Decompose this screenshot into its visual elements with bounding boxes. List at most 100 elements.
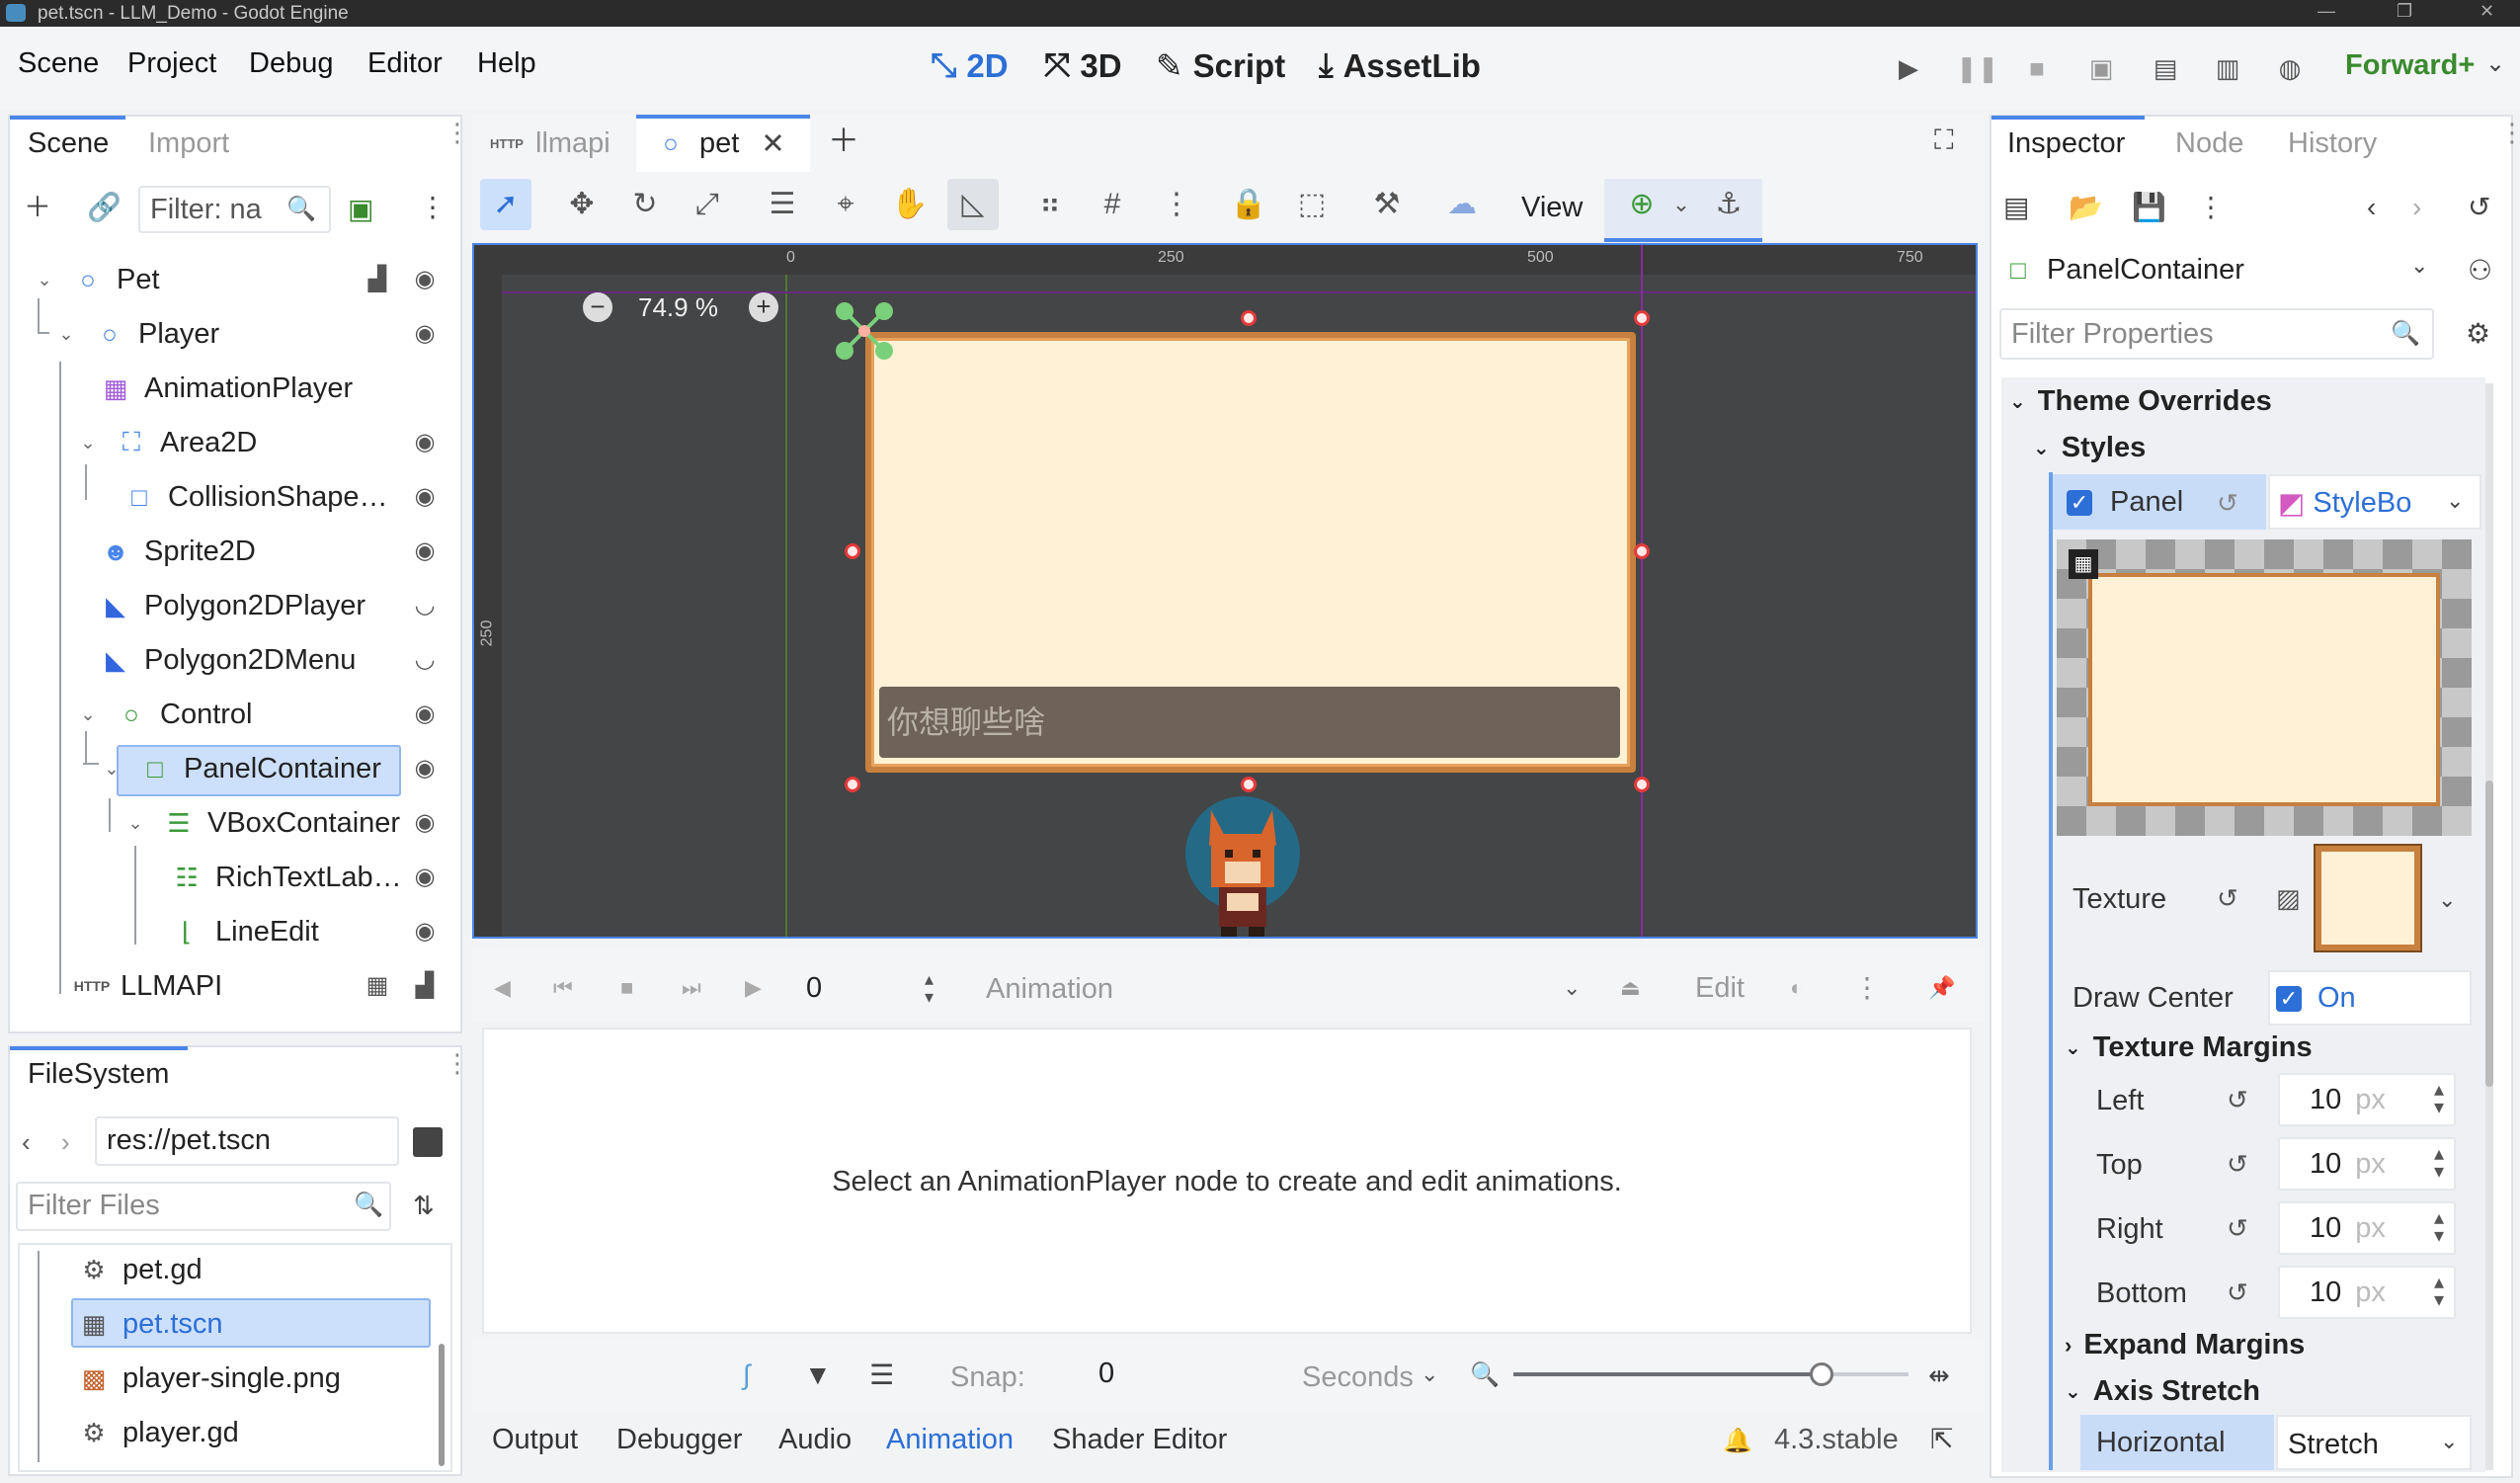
- chevron-down-icon[interactable]: ⌄: [1656, 179, 1707, 230]
- onion-skin-icon[interactable]: ◐: [1790, 970, 1803, 1006]
- ruler-top[interactable]: [474, 245, 1976, 275]
- play-animation-icon[interactable]: ▶: [745, 970, 762, 1006]
- menu-scene[interactable]: Scene: [18, 47, 99, 80]
- collapse-arrow-icon[interactable]: ⌄: [73, 428, 103, 457]
- snap-options-icon[interactable]: ⋮: [1151, 179, 1202, 230]
- bell-icon[interactable]: 🔔: [1723, 1427, 1752, 1455]
- filter-icon[interactable]: ▼: [804, 1358, 832, 1393]
- tree-node-pet[interactable]: ⌄ ○ Pet: [30, 253, 159, 306]
- tree-node-richtextlabel[interactable]: ☷ RichTextLab…: [172, 851, 401, 904]
- animation-options-icon[interactable]: ⋮: [1853, 970, 1881, 1006]
- revert-icon[interactable]: ↺: [2227, 1277, 2248, 1308]
- smart-snap-icon[interactable]: ⠶: [1024, 179, 1076, 230]
- panel-override-checkbox[interactable]: ✓ Panel: [2067, 486, 2183, 519]
- fox-sprite[interactable]: [1181, 790, 1304, 937]
- resource-options-icon[interactable]: ⋮: [2197, 190, 2225, 225]
- chevron-down-icon[interactable]: ⌄: [2485, 49, 2505, 78]
- filesystem-menu-icon[interactable]: ⋮: [445, 1050, 470, 1076]
- back-arrow-icon[interactable]: ‹: [2367, 190, 2376, 225]
- snap-unit-selector[interactable]: Seconds: [1302, 1361, 1414, 1394]
- line-edit-preview[interactable]: 你想聊些啥: [879, 687, 1620, 758]
- expand-margins-section[interactable]: › Expand Margins: [2065, 1329, 2305, 1361]
- lock-icon[interactable]: 🔒: [1223, 179, 1274, 230]
- path-field[interactable]: res://pet.tscn: [95, 1116, 399, 1166]
- tree-node-animationplayer[interactable]: ▦ AnimationPlayer: [101, 362, 353, 415]
- collapse-arrow-icon[interactable]: ⌄: [51, 319, 81, 349]
- draw-center-checkbox[interactable]: ✓ On: [2276, 982, 2356, 1015]
- save-icon[interactable]: 💾: [2132, 190, 2166, 225]
- workspace-3d-button[interactable]: ⤧ 3D: [1044, 46, 1122, 85]
- bezier-icon[interactable]: ∫: [743, 1358, 751, 1393]
- file-list-scrollbar[interactable]: [439, 1344, 445, 1466]
- resize-handle[interactable]: [845, 543, 860, 559]
- scale-mode-icon[interactable]: ⤢: [682, 179, 733, 230]
- visibility-eye-icon[interactable]: ◉: [409, 319, 441, 348]
- spinner-icon[interactable]: ▴ ▾: [925, 970, 934, 1006]
- visibility-eye-icon[interactable]: ◉: [409, 700, 441, 728]
- distraction-free-icon[interactable]: ⛶: [1934, 123, 1954, 158]
- clapper-icon[interactable]: ▦: [362, 971, 393, 1000]
- theme-overrides-section[interactable]: ⌄ Theme Overrides: [2009, 385, 2272, 418]
- spinner-icon[interactable]: ▴ ▾: [2434, 1273, 2444, 1310]
- styles-section[interactable]: ⌄ Styles: [2033, 432, 2146, 464]
- edit-animation-button[interactable]: Edit: [1695, 972, 1745, 1005]
- tab-filesystem[interactable]: FileSystem: [28, 1058, 169, 1091]
- timeline-zoom-slider[interactable]: [1810, 1362, 1833, 1386]
- pivot-gizmo-icon[interactable]: [835, 301, 894, 361]
- object-class-selector[interactable]: □ PanelContainer: [2003, 243, 2244, 296]
- forward-arrow-icon[interactable]: ›: [2412, 190, 2421, 225]
- script-icon[interactable]: ▟: [362, 265, 393, 293]
- scene-tab-pet[interactable]: ○ pet ✕: [656, 117, 785, 170]
- chevron-down-icon[interactable]: ⌄: [2440, 1429, 2458, 1454]
- margin-top-field[interactable]: 10 px ▴ ▾: [2278, 1137, 2456, 1191]
- property-options-icon[interactable]: ⚙: [2466, 316, 2490, 352]
- link-icon[interactable]: 🔗: [87, 190, 122, 225]
- texture-margins-section[interactable]: ⌄ Texture Margins: [2065, 1031, 2313, 1064]
- visibility-eye-icon[interactable]: ◉: [409, 536, 441, 565]
- collapse-arrow-icon[interactable]: ⌄: [73, 700, 103, 729]
- timeline-zoom-track[interactable]: [1513, 1362, 1909, 1386]
- file-item[interactable]: ▩ player-single.png: [79, 1352, 341, 1405]
- camera-override-icon[interactable]: ☁: [1436, 179, 1488, 230]
- pause-icon[interactable]: ❚❚: [1956, 51, 1999, 85]
- tree-node-area2d[interactable]: ⌄ ⛶ Area2D: [73, 416, 257, 469]
- visibility-eye-icon[interactable]: ◉: [409, 917, 441, 946]
- pan-mode-icon[interactable]: ✋: [884, 179, 935, 230]
- visibility-eye-icon[interactable]: ◉: [409, 808, 441, 837]
- tab-animation[interactable]: Animation: [886, 1424, 1014, 1456]
- attach-script-icon[interactable]: ▣: [348, 192, 373, 227]
- margin-right-field[interactable]: 10 px ▴ ▾: [2278, 1201, 2456, 1255]
- play-icon[interactable]: ▶: [1892, 51, 1925, 85]
- visibility-eye-icon[interactable]: ◉: [409, 428, 441, 456]
- menu-editor[interactable]: Editor: [367, 47, 443, 80]
- minimize-button[interactable]: —: [2317, 0, 2335, 22]
- tree-node-collisionshape[interactable]: □ CollisionShape…: [124, 470, 387, 524]
- revert-icon[interactable]: ↺: [2227, 1213, 2248, 1244]
- open-folder-icon[interactable]: 📂: [2069, 190, 2103, 225]
- object-info-icon[interactable]: ⚇: [2468, 253, 2492, 288]
- chevron-down-icon[interactable]: ⌄: [2446, 488, 2464, 514]
- rotate-mode-icon[interactable]: ↻: [619, 179, 671, 230]
- ruler-mode-icon[interactable]: ◺: [947, 179, 999, 230]
- spinner-icon[interactable]: ▴ ▾: [2434, 1144, 2444, 1182]
- visibility-eye-icon[interactable]: ◉: [409, 863, 441, 891]
- margin-left-field[interactable]: 10 px ▴ ▾: [2278, 1073, 2456, 1126]
- visibility-eye-icon[interactable]: ◉: [409, 754, 441, 783]
- play-scene-icon[interactable]: ▤: [2149, 51, 2182, 85]
- workspace-assetlib-button[interactable]: ⤓ AssetLib: [1319, 46, 1481, 85]
- tab-debugger[interactable]: Debugger: [616, 1424, 742, 1456]
- collapse-arrow-icon[interactable]: ⌄: [97, 754, 126, 783]
- filter-files-input[interactable]: Filter Files: [16, 1182, 391, 1231]
- play-from-start-icon[interactable]: ⏭: [682, 970, 701, 1006]
- skeleton-icon[interactable]: ⚒: [1361, 179, 1413, 230]
- margin-bottom-field[interactable]: 10 px ▴ ▾: [2278, 1266, 2456, 1319]
- view-menu[interactable]: View: [1521, 192, 1583, 224]
- spinner-icon[interactable]: ▴ ▾: [2434, 1080, 2444, 1117]
- chevron-down-icon[interactable]: ⌄: [1421, 1361, 1438, 1387]
- pin-icon[interactable]: 📌: [1928, 970, 1955, 1006]
- renderer-selector[interactable]: Forward+: [2345, 49, 2475, 82]
- grid-snap-icon[interactable]: #: [1087, 179, 1138, 230]
- visibility-eye-icon[interactable]: ◉: [409, 482, 441, 511]
- tree-node-vboxcontainer[interactable]: ⌄ ☰ VBoxContainer: [121, 796, 400, 850]
- sort-icon[interactable]: ⇅: [413, 1188, 435, 1223]
